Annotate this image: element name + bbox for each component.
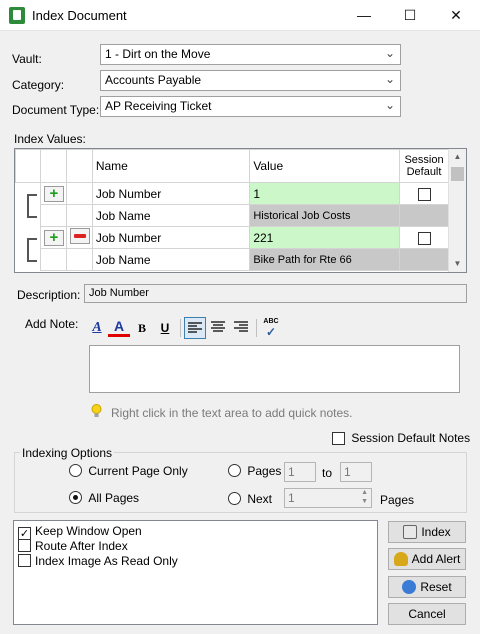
description-label: Description:: [17, 288, 81, 302]
vault-label: Vault:: [12, 52, 42, 66]
index-values-label: Index Values:: [14, 132, 86, 146]
align-center-icon[interactable]: [207, 317, 229, 339]
pages-to-field[interactable]: 1: [340, 462, 372, 482]
column-header-session-default[interactable]: Session Default: [399, 149, 449, 183]
document-type-value: AP Receiving Ticket: [105, 99, 212, 113]
cell-name: Job Name: [91, 248, 251, 271]
index-button[interactable]: Index: [388, 521, 466, 543]
session-default-checkbox[interactable]: [417, 187, 431, 201]
session-default-checkbox[interactable]: [417, 231, 431, 245]
group-bracket: [26, 237, 37, 262]
column-header-value[interactable]: Value: [249, 149, 401, 183]
session-default-notes-label: Session Default Notes: [351, 431, 471, 445]
cell-name: Job Number: [91, 226, 251, 249]
indexing-options-legend: Indexing Options: [20, 446, 115, 460]
current-page-only-radio[interactable]: [69, 464, 82, 477]
remove-row-button[interactable]: [69, 228, 90, 244]
table-row: + Job Number 221: [16, 226, 449, 262]
route-after-index-checkbox[interactable]: [18, 539, 31, 552]
document-type-label: Document Type:: [12, 103, 100, 117]
refresh-icon: [402, 580, 417, 594]
category-value: Accounts Payable: [105, 73, 202, 87]
description-field: Job Number: [84, 284, 467, 303]
list-item[interactable]: Index Image As Read Only: [18, 554, 178, 569]
session-default-notes[interactable]: Session Default Notes: [332, 431, 471, 446]
chevron-down-icon: ⌄: [384, 98, 395, 112]
align-right-icon[interactable]: [230, 317, 252, 339]
app-icon: [9, 7, 25, 24]
all-pages-radio[interactable]: [69, 491, 82, 504]
cell-value: Historical Job Costs: [249, 204, 401, 227]
stepper-arrows-icon[interactable]: ▲ ▼: [361, 488, 368, 506]
underline-button[interactable]: U: [154, 317, 176, 339]
column-header-name[interactable]: Name: [91, 149, 251, 183]
pages-radio[interactable]: [228, 464, 241, 477]
all-pages-option[interactable]: All Pages: [69, 491, 139, 505]
toolbar-divider: [180, 319, 181, 337]
category-dropdown[interactable]: Accounts Payable ⌄: [100, 70, 401, 91]
minimize-button[interactable]: —: [341, 0, 387, 31]
bell-icon: [393, 552, 408, 566]
add-note-label: Add Note:: [25, 317, 79, 331]
list-item[interactable]: Route After Index: [18, 539, 128, 554]
title-bar: Index Document — ☐ ✕: [0, 0, 480, 31]
cell-value-input[interactable]: 221: [249, 226, 401, 249]
lightbulb-icon: [91, 404, 102, 418]
chevron-down-icon: ⌄: [384, 72, 395, 86]
pages-to-label: to: [322, 466, 333, 480]
next-pages-option[interactable]: Next: [228, 492, 272, 506]
pages-option[interactable]: Pages: [228, 464, 281, 478]
toolbar-divider: [256, 319, 257, 337]
window-title: Index Document: [32, 8, 127, 23]
next-pages-stepper[interactable]: 1 ▲ ▼: [284, 488, 372, 508]
table-row: Job Name Bike Path for Rte 66: [16, 248, 449, 271]
cell-value-input[interactable]: 1: [249, 182, 401, 205]
add-row-button[interactable]: +: [43, 185, 64, 202]
grid-scrollbar[interactable]: ▲ ▼: [448, 149, 466, 272]
add-row-button[interactable]: +: [43, 229, 64, 246]
next-pages-suffix: Pages: [380, 493, 415, 507]
cancel-button[interactable]: Cancel: [388, 603, 466, 625]
note-hint: Right click in the text area to add quic…: [111, 406, 353, 420]
session-default-notes-checkbox[interactable]: [332, 432, 345, 446]
table-row: Job Name Historical Job Costs: [16, 204, 449, 227]
note-textarea[interactable]: [89, 345, 460, 393]
align-left-icon[interactable]: [184, 317, 206, 339]
next-radio[interactable]: [228, 492, 241, 505]
cell-value: Bike Path for Rte 66: [249, 248, 401, 271]
list-item[interactable]: Keep Window Open: [18, 524, 142, 540]
category-label: Category:: [12, 78, 65, 92]
cell-name: Job Name: [91, 204, 251, 227]
document-type-dropdown[interactable]: AP Receiving Ticket ⌄: [100, 96, 401, 117]
options-list: Keep Window Open Route After Index Index…: [13, 520, 378, 625]
font-color-icon[interactable]: A: [108, 317, 130, 337]
font-style-icon[interactable]: A: [86, 317, 108, 339]
vault-value: 1 - Dirt on the Move: [105, 47, 211, 61]
current-page-only-option[interactable]: Current Page Only: [69, 464, 188, 478]
close-button[interactable]: ✕: [433, 0, 479, 31]
chevron-down-icon: ⌄: [384, 46, 395, 60]
vault-dropdown[interactable]: 1 - Dirt on the Move ⌄: [100, 44, 401, 65]
cell-name: Job Number: [91, 182, 251, 205]
group-bracket: [26, 194, 37, 218]
index-values-grid: Name Value Session Default + Job Number …: [14, 148, 467, 273]
spell-check-icon[interactable]: ABC ✓: [260, 317, 282, 339]
reset-button[interactable]: Reset: [388, 576, 466, 598]
edit-icon: [403, 525, 418, 539]
bold-button[interactable]: B: [131, 317, 153, 339]
maximize-button[interactable]: ☐: [387, 0, 433, 31]
scroll-thumb[interactable]: [451, 167, 464, 181]
pages-from-field[interactable]: 1: [284, 462, 316, 482]
add-alert-button[interactable]: Add Alert: [388, 548, 466, 570]
scroll-down-icon[interactable]: ▼: [449, 256, 466, 272]
scroll-up-icon[interactable]: ▲: [449, 149, 466, 165]
index-read-only-checkbox[interactable]: [18, 554, 31, 567]
table-row: + Job Number 1: [16, 182, 449, 218]
